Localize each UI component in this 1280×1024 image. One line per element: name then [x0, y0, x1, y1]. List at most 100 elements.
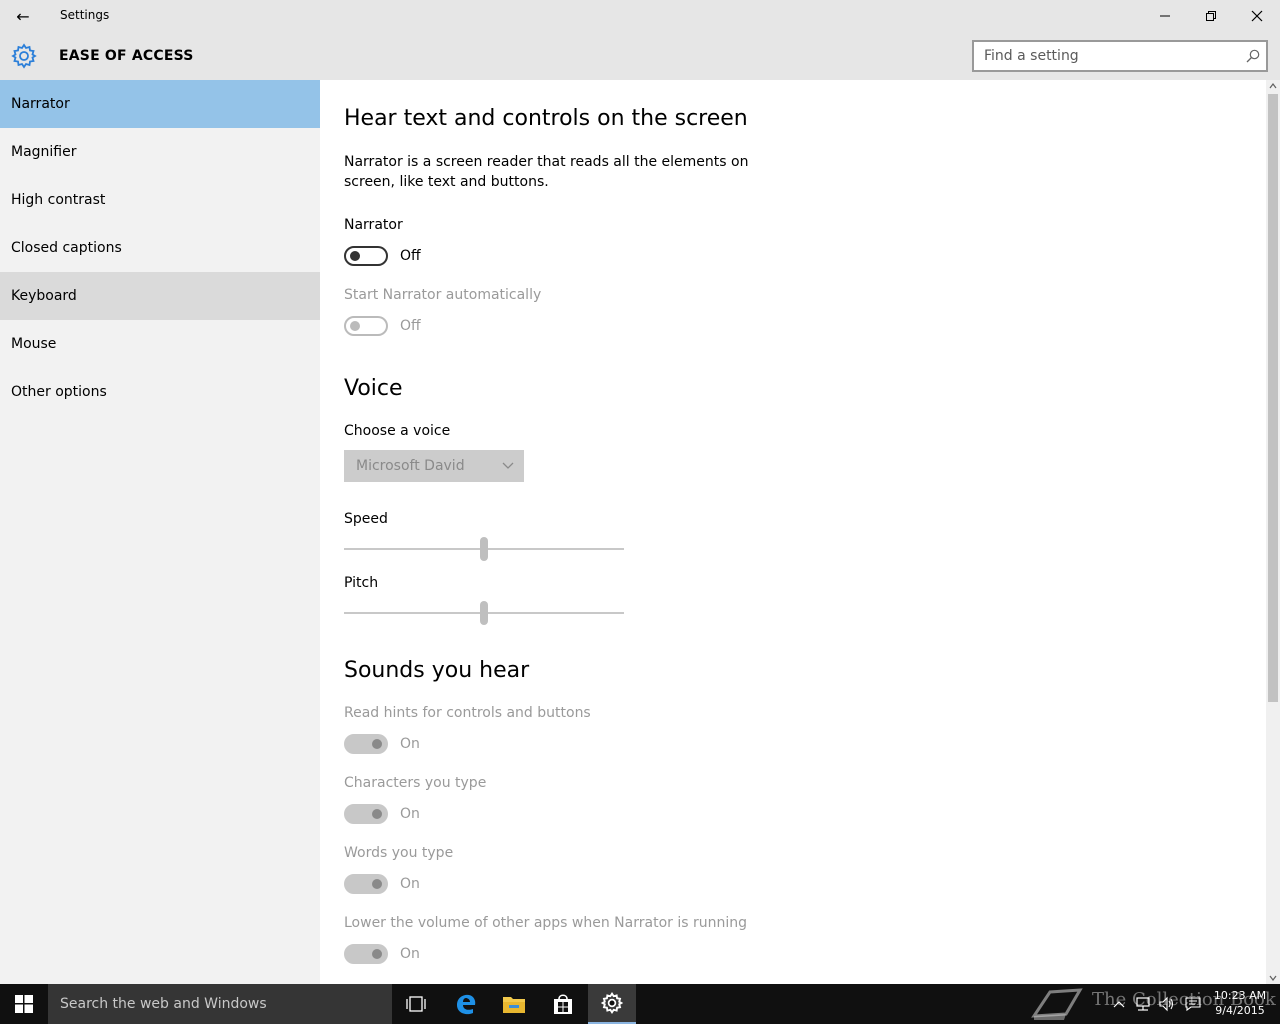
sidebar-item-narrator[interactable]: Narrator: [0, 80, 320, 128]
characters-you-type-label: Characters you type: [344, 775, 487, 791]
taskbar-search[interactable]: Search the web and Windows: [48, 984, 392, 1024]
network-icon[interactable]: [1134, 996, 1152, 1012]
toggle-knob: [350, 321, 360, 331]
content-scrollbar[interactable]: [1266, 80, 1280, 984]
pitch-label: Pitch: [344, 575, 379, 591]
back-button[interactable]: ←: [0, 0, 46, 32]
taskbar-search-placeholder: Search the web and Windows: [60, 996, 267, 1012]
pitch-slider-thumb[interactable]: [480, 601, 488, 625]
edge-icon: [457, 994, 476, 1015]
sidebar-item-other-options[interactable]: Other options: [0, 368, 320, 416]
sidebar-item-high-contrast[interactable]: High contrast: [0, 176, 320, 224]
toggle-knob: [372, 949, 382, 959]
scroll-down-icon[interactable]: [1269, 974, 1277, 982]
toggle-knob: [372, 809, 382, 819]
taskbar-clock[interactable]: 10:23 AM 9/4/2015: [1208, 988, 1272, 1018]
speed-slider-thumb[interactable]: [480, 537, 488, 561]
sidebar-item-label: Other options: [11, 384, 107, 400]
find-setting-search[interactable]: [972, 40, 1268, 72]
speed-slider[interactable]: [344, 535, 624, 563]
choose-voice-label: Choose a voice: [344, 423, 451, 439]
restore-icon: [1206, 11, 1216, 21]
store-icon: [554, 994, 572, 1014]
lower-the-volume-of-other-apps-when-narrator-is-running-label: Lower the volume of other apps when Narr…: [344, 915, 747, 931]
auto-start-toggle-state: Off: [400, 318, 421, 334]
close-icon: [1251, 10, 1263, 22]
search-input[interactable]: [974, 42, 1224, 70]
header: EASE OF ACCESS: [0, 32, 1280, 80]
edge-button[interactable]: [442, 984, 490, 1024]
toggle-knob: [372, 739, 382, 749]
sidebar-item-keyboard[interactable]: Keyboard: [0, 272, 320, 320]
read-hints-for-controls-and-buttons-toggle[interactable]: [344, 734, 388, 754]
sidebar-item-label: Narrator: [11, 96, 70, 112]
narrator-toggle-label: Narrator: [344, 217, 403, 233]
task-view-icon: [406, 996, 426, 1012]
toggle-knob: [350, 251, 360, 261]
book-watermark-icon: [1031, 988, 1083, 1020]
sidebar-item-label: Keyboard: [11, 288, 77, 304]
gear-icon: [11, 43, 37, 69]
characters-you-type-toggle[interactable]: [344, 804, 388, 824]
voice-dropdown-value: Microsoft David: [356, 458, 465, 474]
section-heading-sounds: Sounds you hear: [344, 658, 530, 683]
system-tray: [1112, 984, 1202, 1024]
sidebar-item-magnifier[interactable]: Magnifier: [0, 128, 320, 176]
auto-start-toggle[interactable]: [344, 316, 388, 336]
window-title: Settings: [60, 8, 110, 22]
file-explorer-icon: [503, 997, 525, 1013]
sidebar: Narrator Magnifier High contrast Closed cap…: [0, 80, 320, 984]
start-button[interactable]: [0, 984, 48, 1024]
title-bar: ← Settings: [0, 0, 1280, 32]
pitch-slider[interactable]: [344, 599, 624, 627]
chevron-down-icon: [502, 462, 514, 469]
voice-dropdown[interactable]: Microsoft David: [344, 450, 524, 482]
sidebar-item-closed-captions[interactable]: Closed captions: [0, 224, 320, 272]
clock-date: 9/4/2015: [1215, 1004, 1265, 1017]
file-explorer-button[interactable]: [490, 984, 538, 1024]
sidebar-item-mouse[interactable]: Mouse: [0, 320, 320, 368]
narrator-toggle-row: Off: [344, 245, 421, 267]
minimize-button[interactable]: [1142, 0, 1188, 32]
characters-you-type-toggle-row: On: [344, 803, 420, 825]
sidebar-item-label: Mouse: [11, 336, 57, 352]
scroll-thumb[interactable]: [1268, 94, 1278, 702]
sidebar-item-label: Closed captions: [11, 240, 122, 256]
windows-logo-icon: [15, 995, 33, 1013]
auto-start-toggle-row: Off: [344, 315, 421, 337]
task-view-button[interactable]: [392, 984, 440, 1024]
chevron-up-icon[interactable]: [1112, 999, 1126, 1009]
narrator-toggle-state: Off: [400, 248, 421, 264]
section-heading-voice: Voice: [344, 376, 403, 401]
read-hints-for-controls-and-buttons-toggle-row: On: [344, 733, 420, 755]
narrator-settings-content: Hear text and controls on the screen Nar…: [320, 80, 1266, 984]
close-button[interactable]: [1234, 0, 1280, 32]
clock-time: 10:23 AM: [1213, 989, 1267, 1002]
lower-the-volume-of-other-apps-when-narrator-is-running-toggle[interactable]: [344, 944, 388, 964]
words-you-type-label: Words you type: [344, 845, 454, 861]
back-arrow-icon: ←: [16, 6, 30, 26]
search-icon[interactable]: [1246, 49, 1260, 63]
taskbar: Search the web and Windows The Collectio…: [0, 984, 1280, 1024]
words-you-type-toggle[interactable]: [344, 874, 388, 894]
settings-icon: [601, 992, 623, 1014]
scroll-up-icon[interactable]: [1269, 82, 1277, 90]
volume-icon[interactable]: [1158, 996, 1176, 1012]
minimize-icon: [1160, 15, 1170, 17]
action-center-icon[interactable]: [1184, 996, 1202, 1012]
lower-the-volume-of-other-apps-when-narrator-is-running-toggle-state: On: [400, 946, 420, 962]
read-hints-for-controls-and-buttons-label: Read hints for controls and buttons: [344, 705, 591, 721]
toggle-knob: [372, 879, 382, 889]
page-title: EASE OF ACCESS: [59, 48, 194, 64]
store-button[interactable]: [539, 984, 587, 1024]
narrator-toggle[interactable]: [344, 246, 388, 266]
lower-the-volume-of-other-apps-when-narrator-is-running-toggle-row: On: [344, 943, 420, 965]
read-hints-for-controls-and-buttons-toggle-state: On: [400, 736, 420, 752]
section-heading-hear-text: Hear text and controls on the screen: [344, 106, 748, 131]
settings-taskbar-button[interactable]: [588, 984, 636, 1024]
sidebar-item-label: High contrast: [11, 192, 106, 208]
sidebar-item-label: Magnifier: [11, 144, 77, 160]
restore-button[interactable]: [1188, 0, 1234, 32]
words-you-type-toggle-state: On: [400, 876, 420, 892]
narrator-description: Narrator is a screen reader that reads a…: [344, 154, 749, 190]
